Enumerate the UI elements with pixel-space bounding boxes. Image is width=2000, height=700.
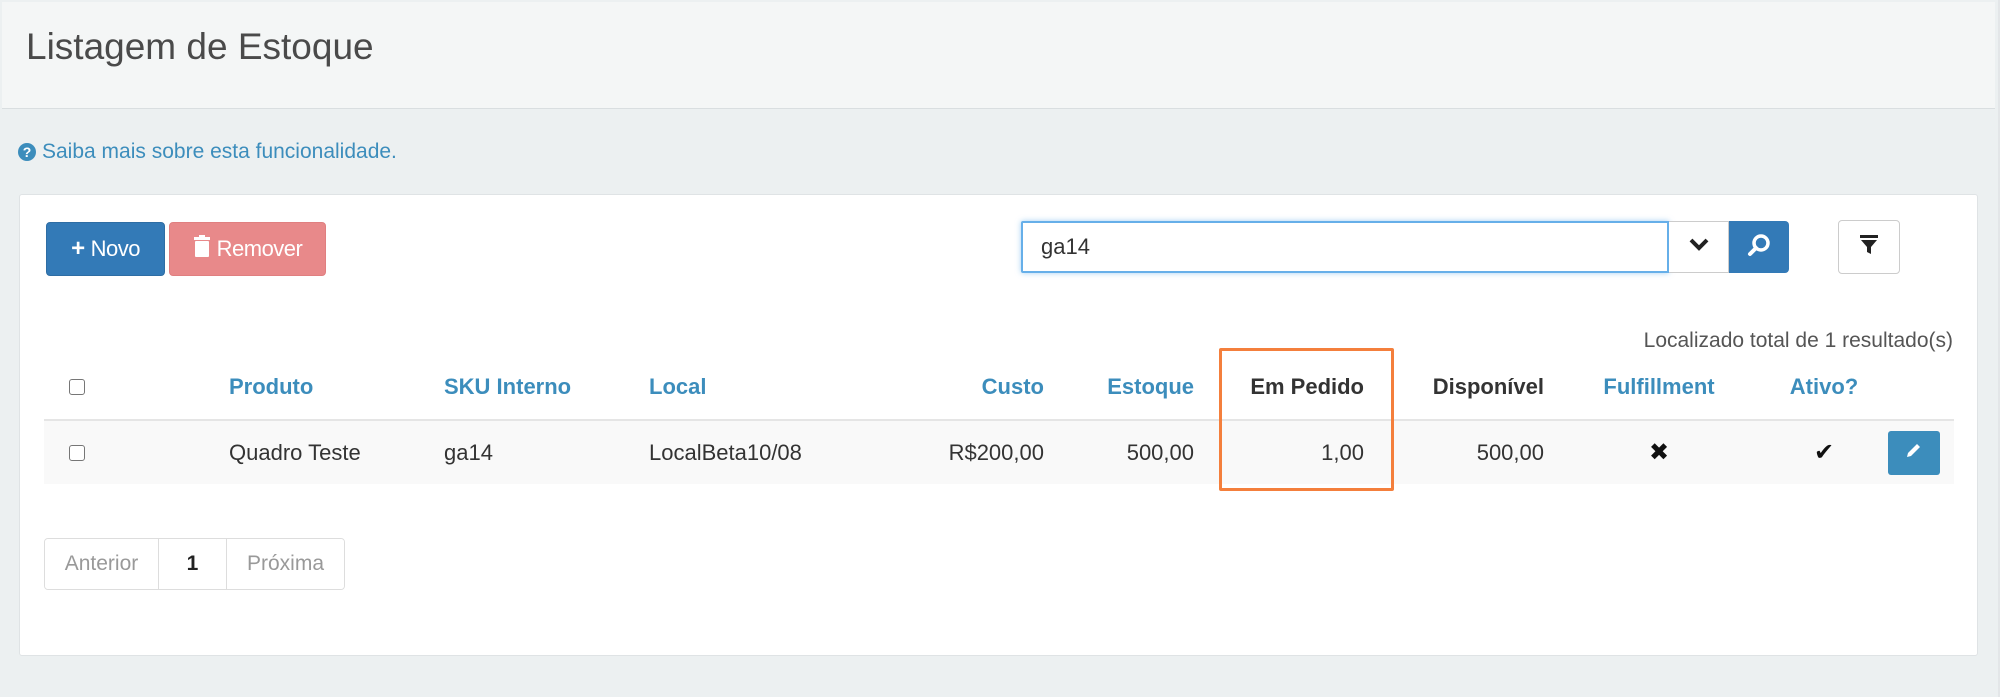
active-check-icon: ✔ [1813,439,1835,466]
pagination-next[interactable]: Próxima [227,539,344,589]
search-group [1021,221,1789,273]
new-button[interactable]: + Novo [46,222,165,276]
cell-custo: R$200,00 [948,439,1044,465]
select-all-cell [69,355,99,419]
edit-button[interactable] [1888,430,1940,475]
plus-icon: + [71,235,85,262]
row-select-cell [69,421,99,484]
pagination: Anterior 1 Próxima [44,538,345,590]
em-pedido-highlight-box [1219,348,1394,491]
select-all-checkbox[interactable] [69,379,85,395]
cell-disponivel: 500,00 [1476,439,1544,465]
cell-local: LocalBeta10/08 [649,439,802,465]
search-button[interactable] [1729,221,1789,273]
page-background: Listagem de Estoque ? Saiba mais sobre e… [0,0,2000,697]
result-count: Localizado total de 1 resultado(s) [1643,329,1953,352]
stock-table: Produto SKU Interno Local Custo Estoque … [44,355,1954,484]
header-local[interactable]: Local [649,355,706,419]
pagination-page-1[interactable]: 1 [159,539,227,589]
filter-button[interactable] [1838,220,1900,274]
product-link[interactable]: Quadro Teste [229,421,361,484]
remove-button-label: Remover [216,236,303,261]
header-estoque[interactable]: Estoque [1074,355,1194,419]
table-row: Quadro Teste ga14 LocalBeta10/08 R$200,0… [44,421,1954,484]
remove-button[interactable]: Remover [169,222,326,276]
question-circle-icon: ? [18,143,36,161]
stock-panel: + Novo Remover ga14 Localizado total de … [19,194,1978,656]
header-produto[interactable]: Produto [229,355,313,419]
search-dropdown-button[interactable] [1669,221,1729,273]
header-sku[interactable]: SKU Interno [444,355,571,419]
table-header: Produto SKU Interno Local Custo Estoque … [44,355,1954,421]
search-icon [1747,233,1771,262]
header-disponivel: Disponível [1432,374,1544,399]
cell-sku: ga14 [444,439,493,465]
pagination-prev[interactable]: Anterior [45,539,159,589]
header-ativo[interactable]: Ativo? [1774,355,1874,419]
new-button-label: Novo [90,236,141,261]
trash-icon [193,234,211,264]
edit-cell [1879,421,1949,484]
search-input[interactable] [1021,221,1669,273]
help-link[interactable]: ? Saiba mais sobre esta funcionalidade. [18,140,397,164]
header-custo[interactable]: Custo [924,355,1044,419]
filter-icon [1859,234,1879,261]
help-link-label: Saiba mais sobre esta funcionalidade. [42,140,397,163]
row-checkbox[interactable] [69,444,85,461]
cell-estoque: 500,00 [1126,439,1194,465]
header-fulfillment[interactable]: Fulfillment [1589,355,1729,419]
chevron-down-icon [1689,238,1709,257]
page-header: Listagem de Estoque [2,2,1995,109]
page-title: Listagem de Estoque [26,26,374,67]
fulfillment-x-icon: ✖ [1648,439,1670,466]
pencil-icon [1904,440,1924,466]
